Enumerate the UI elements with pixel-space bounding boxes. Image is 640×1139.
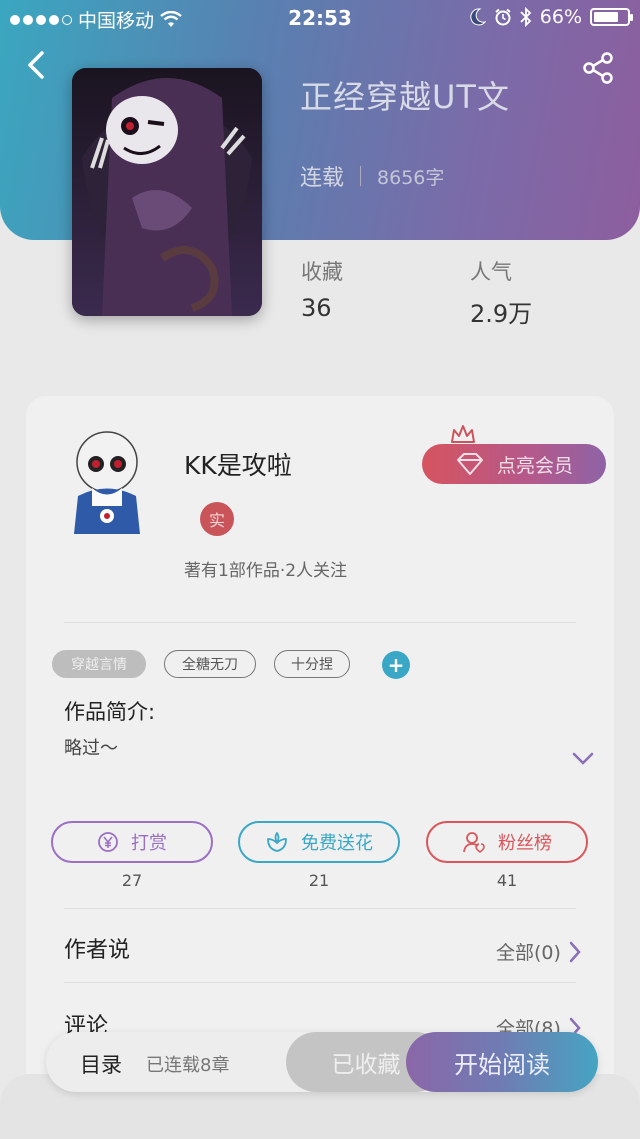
verified-badge: 实 <box>200 502 234 536</box>
stat-label: 人气 <box>470 260 512 284</box>
diamond-icon <box>456 453 483 475</box>
crown-icon <box>451 425 475 443</box>
author-notes-label: 作者说 <box>64 938 131 963</box>
tag-item[interactable]: 穿越言情 <box>52 650 146 678</box>
tag-item[interactable]: 全糖无刀 <box>164 650 256 678</box>
intro-text: 略过～ <box>64 738 118 759</box>
meta-divider <box>360 166 362 186</box>
intro-heading: 作品简介: <box>64 700 156 724</box>
fans-rank-button[interactable]: 粉丝榜 <box>426 821 588 863</box>
author-name[interactable]: KK是攻啦 <box>184 446 292 482</box>
send-flower-label: 免费送花 <box>301 833 373 854</box>
serial-status: 连载 <box>300 166 345 191</box>
word-count: 8656字 <box>377 166 445 189</box>
stat-value: 2.9万 <box>470 300 533 328</box>
stat-label: 收藏 <box>301 260 343 284</box>
book-cover[interactable] <box>72 68 262 316</box>
status-bar: 中国移动 22:53 66% <box>0 0 640 36</box>
yen-icon <box>98 832 118 852</box>
author-notes-all-label: 全部(0) <box>496 942 561 964</box>
fans-rank-label: 粉丝榜 <box>498 833 552 854</box>
share-icon[interactable] <box>582 52 614 84</box>
tag-item[interactable]: 十分捏 <box>274 650 350 678</box>
stat-favorites: 收藏 36 <box>301 256 343 322</box>
book-meta: 连载 8656字 <box>300 160 444 192</box>
alarm-icon <box>495 8 511 26</box>
author-avatar[interactable] <box>64 426 150 536</box>
bluetooth-icon <box>520 7 532 27</box>
add-tag-button[interactable]: + <box>382 651 410 679</box>
stat-popularity: 人气 2.9万 <box>470 256 532 329</box>
back-chevron-icon[interactable] <box>24 50 48 80</box>
vip-button-label: 点亮会员 <box>496 454 573 477</box>
reward-button[interactable]: 打赏 <box>51 821 213 863</box>
author-notes-all-link[interactable]: 全部(0) <box>496 938 581 965</box>
serial-chapters: 已连载8章 <box>146 1055 230 1076</box>
reward-label: 打赏 <box>131 833 167 854</box>
divider <box>64 982 576 983</box>
fans-icon <box>463 832 485 854</box>
battery-percent: 66% <box>539 6 582 28</box>
chevron-right-icon <box>569 941 581 962</box>
stat-value: 36 <box>301 294 332 322</box>
flower-icon <box>267 832 287 852</box>
catalog-button[interactable]: 目录 <box>80 1049 122 1079</box>
vip-button[interactable]: 点亮会员 <box>422 444 606 484</box>
cover-illustration <box>72 68 262 316</box>
send-flower-button[interactable]: 免费送花 <box>238 821 400 863</box>
divider <box>64 908 576 909</box>
start-reading-button[interactable]: 开始阅读 <box>406 1032 598 1092</box>
fans-count: 41 <box>496 871 518 890</box>
book-title: 正经穿越UT文 <box>300 78 510 116</box>
flower-count: 21 <box>308 871 330 890</box>
author-info: 著有1部作品·2人关注 <box>184 561 348 581</box>
moon-icon <box>470 8 486 26</box>
battery-icon <box>590 8 633 26</box>
chevron-down-icon[interactable] <box>572 752 594 766</box>
reward-count: 27 <box>121 871 143 890</box>
divider <box>64 622 576 623</box>
